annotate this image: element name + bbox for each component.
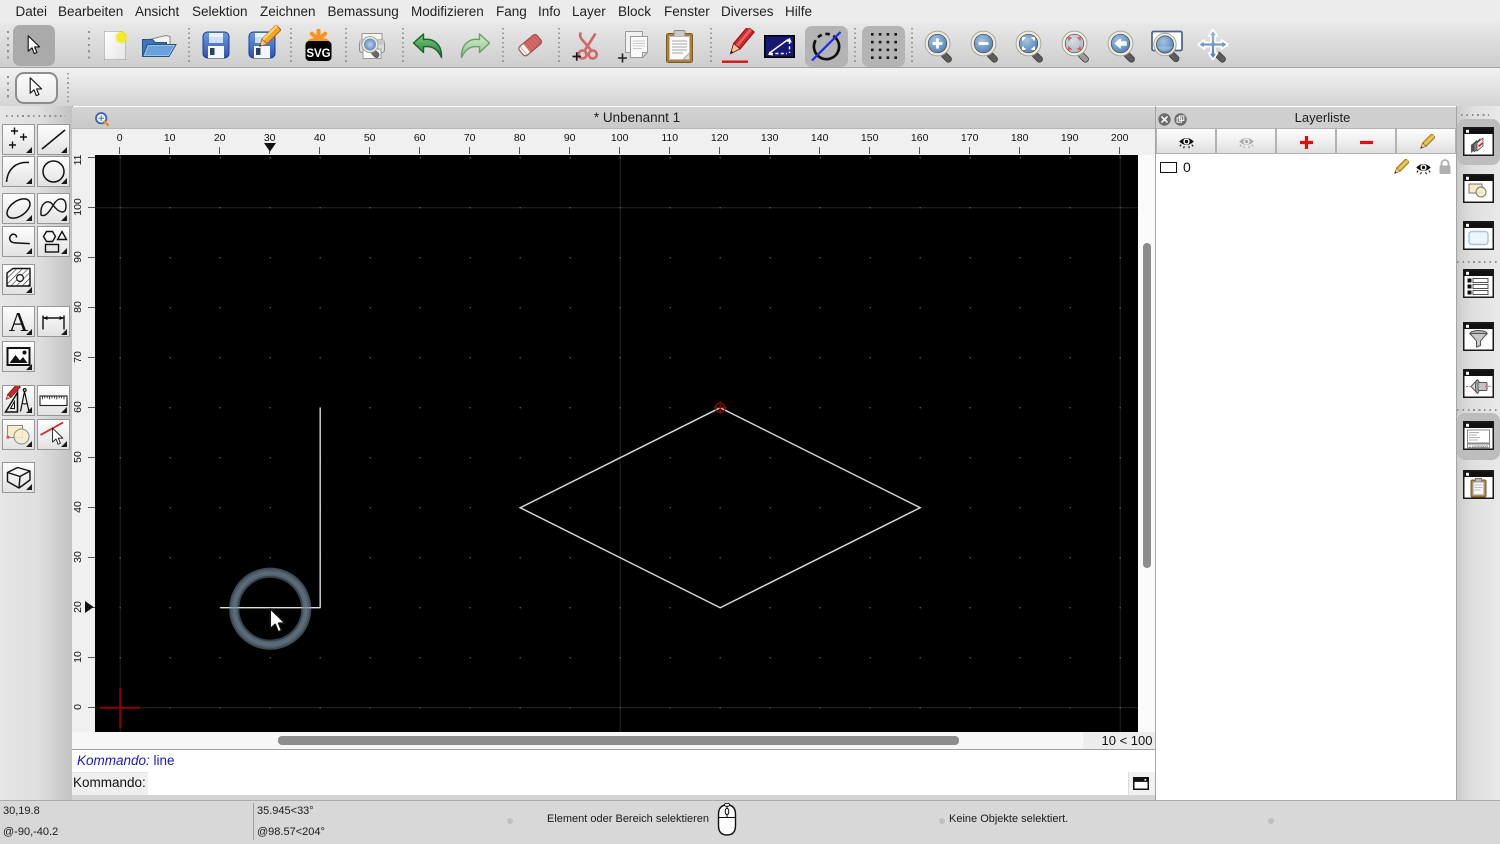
svg-text:SVG: SVG [306, 48, 330, 60]
svg-text:c command: c command [1469, 444, 1488, 448]
